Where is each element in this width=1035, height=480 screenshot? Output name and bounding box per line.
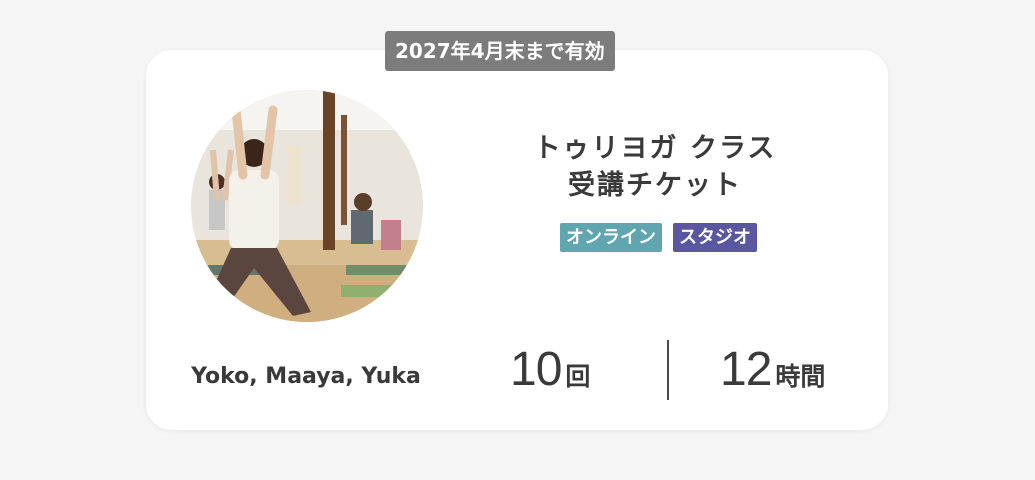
validity-badge: 2027年4月末まで有効 <box>385 31 615 71</box>
lesson-count-unit: 回 <box>565 362 591 391</box>
lesson-hours: 12 時間 <box>720 340 825 400</box>
ticket-title-line1: トゥリヨガ クラス <box>533 133 777 164</box>
stat-divider <box>667 340 669 400</box>
instructor-names: Yoko, Maaya, Yuka <box>191 364 421 389</box>
lesson-count: 10 回 <box>510 340 590 400</box>
lesson-hours-unit: 時間 <box>775 362 826 391</box>
class-photo <box>191 90 423 322</box>
ticket-title-line2: 受講チケット <box>568 170 742 201</box>
lesson-count-value: 10 <box>510 343 562 396</box>
tag-list: オンライン スタジオ <box>560 223 757 252</box>
yoga-class-photo <box>191 90 423 322</box>
ticket-title: トゥリヨガ クラス 受講チケット <box>490 130 820 204</box>
tag-studio: スタジオ <box>673 223 757 252</box>
ticket-screen: 2027年4月末まで有効 トゥリヨガ クラス 受講チケット オンライン スタジオ… <box>0 0 1035 480</box>
lesson-hours-value: 12 <box>720 343 772 396</box>
tag-online: オンライン <box>560 223 662 252</box>
